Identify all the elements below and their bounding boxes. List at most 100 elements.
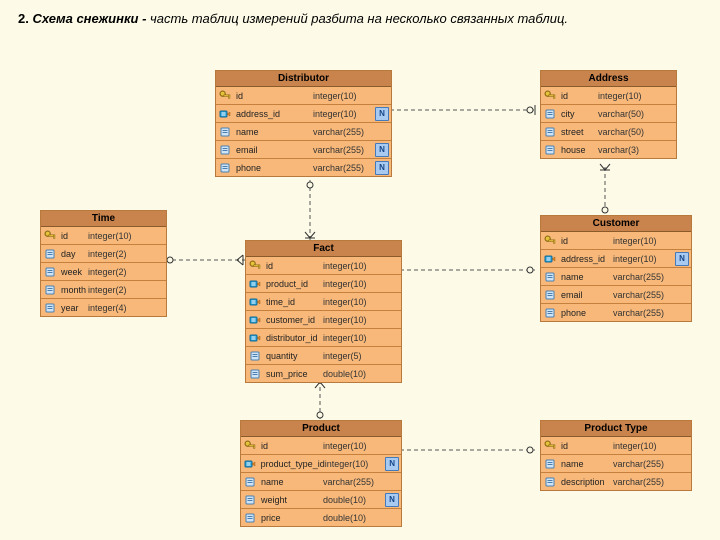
foreign-key-icon — [543, 252, 557, 266]
table-row[interactable]: idinteger(10)N — [541, 87, 676, 105]
column-icon — [243, 511, 257, 525]
column-name: name — [559, 459, 613, 469]
column-name: id — [259, 441, 323, 451]
foreign-key-icon — [248, 277, 262, 291]
table-row[interactable]: idinteger(10)N — [541, 232, 691, 250]
column-type: integer(2) — [88, 285, 148, 295]
table-row[interactable]: pricedouble(10)N — [241, 509, 401, 526]
column-icon — [243, 493, 257, 507]
table-product[interactable]: Productidinteger(10)Nproduct_type_idinte… — [240, 420, 402, 527]
table-row[interactable]: namevarchar(255)N — [541, 268, 691, 286]
column-name: name — [259, 477, 323, 487]
column-name: month — [59, 285, 88, 295]
column-name: address_id — [234, 109, 313, 119]
column-name: email — [559, 290, 613, 300]
table-row[interactable]: phonevarchar(255)N — [216, 159, 391, 176]
table-row[interactable]: distributor_idinteger(10)N — [246, 329, 401, 347]
table-row[interactable]: weightdouble(10)N — [241, 491, 401, 509]
table-row[interactable]: time_idinteger(10)N — [246, 293, 401, 311]
table-row[interactable]: customer_idinteger(10)N — [246, 311, 401, 329]
not-null-badge: N — [375, 161, 389, 175]
column-icon — [43, 265, 57, 279]
table-row[interactable]: address_idinteger(10)N — [541, 250, 691, 268]
column-type: integer(10) — [323, 315, 383, 325]
column-name: id — [234, 91, 313, 101]
column-name: description — [559, 477, 613, 487]
table-fact[interactable]: Factidinteger(10)Nproduct_idinteger(10)N… — [245, 240, 402, 383]
table-row[interactable]: idinteger(10)N — [241, 437, 401, 455]
table-row[interactable]: namevarchar(255)N — [541, 455, 691, 473]
not-null-badge: N — [385, 457, 399, 471]
column-name: id — [559, 441, 613, 451]
table-row[interactable]: namevarchar(255)N — [241, 473, 401, 491]
table-product-type[interactable]: Product Typeidinteger(10)Nnamevarchar(25… — [540, 420, 692, 491]
column-type: integer(10) — [613, 236, 673, 246]
table-row[interactable]: dayinteger(2)N — [41, 245, 166, 263]
not-null-badge: N — [385, 493, 399, 507]
column-name: id — [559, 91, 598, 101]
table-row[interactable]: housevarchar(3)N — [541, 141, 676, 158]
column-name: street — [559, 127, 598, 137]
table-row[interactable]: yearinteger(4)N — [41, 299, 166, 316]
table-row[interactable]: namevarchar(255)N — [216, 123, 391, 141]
table-row[interactable]: quantityinteger(5)N — [246, 347, 401, 365]
table-row[interactable]: cityvarchar(50)N — [541, 105, 676, 123]
column-type: integer(4) — [88, 303, 148, 313]
table-row[interactable]: product_idinteger(10)N — [246, 275, 401, 293]
column-icon — [543, 143, 557, 157]
column-icon — [43, 283, 57, 297]
column-name: id — [559, 236, 613, 246]
foreign-key-icon — [248, 313, 262, 327]
column-type: integer(2) — [88, 267, 148, 277]
key-icon — [248, 259, 262, 273]
column-type: integer(2) — [88, 249, 148, 259]
column-name: email — [234, 145, 313, 155]
table-row[interactable]: weekinteger(2)N — [41, 263, 166, 281]
column-name: name — [559, 272, 613, 282]
column-type: varchar(255) — [313, 127, 373, 137]
column-icon — [218, 161, 232, 175]
table-row[interactable]: product_type_idinteger(10)N — [241, 455, 401, 473]
table-row[interactable]: idinteger(10)N — [541, 437, 691, 455]
column-type: integer(5) — [323, 351, 383, 361]
column-type: varchar(3) — [598, 145, 658, 155]
column-type: integer(10) — [88, 231, 148, 241]
column-name: product_id — [264, 279, 323, 289]
not-null-badge: N — [375, 143, 389, 157]
table-row[interactable]: idinteger(10)N — [216, 87, 391, 105]
table-row[interactable]: phonevarchar(255)N — [541, 304, 691, 321]
column-type: varchar(50) — [598, 127, 658, 137]
column-type: varchar(255) — [323, 477, 383, 487]
column-type: integer(10) — [325, 459, 384, 469]
key-icon — [543, 234, 557, 248]
table-row[interactable]: idinteger(10)N — [41, 227, 166, 245]
table-address[interactable]: Addressidinteger(10)Ncityvarchar(50)Nstr… — [540, 70, 677, 159]
table-row[interactable]: idinteger(10)N — [246, 257, 401, 275]
table-row[interactable]: streetvarchar(50)N — [541, 123, 676, 141]
column-type: varchar(255) — [313, 163, 373, 173]
table-row[interactable]: emailvarchar(255)N — [216, 141, 391, 159]
table-row[interactable]: monthinteger(2)N — [41, 281, 166, 299]
key-icon — [543, 89, 557, 103]
column-icon — [248, 367, 262, 381]
table-header: Address — [541, 71, 676, 87]
table-header: Product — [241, 421, 401, 437]
table-row[interactable]: descriptionvarchar(255)N — [541, 473, 691, 490]
column-name: time_id — [264, 297, 323, 307]
column-type: integer(10) — [613, 254, 673, 264]
column-type: integer(10) — [313, 109, 373, 119]
column-icon — [543, 107, 557, 121]
table-row[interactable]: address_idinteger(10)N — [216, 105, 391, 123]
column-name: phone — [234, 163, 313, 173]
table-distributor[interactable]: Distributoridinteger(10)Naddress_idinteg… — [215, 70, 392, 177]
table-row[interactable]: sum_pricedouble(10)N — [246, 365, 401, 382]
heading-desc: часть таблиц измерений разбита на нескол… — [150, 11, 568, 26]
table-header: Product Type — [541, 421, 691, 437]
table-row[interactable]: emailvarchar(255)N — [541, 286, 691, 304]
foreign-key-icon — [243, 457, 257, 471]
table-customer[interactable]: Customeridinteger(10)Naddress_idinteger(… — [540, 215, 692, 322]
key-icon — [43, 229, 57, 243]
table-time[interactable]: Timeidinteger(10)Ndayinteger(2)Nweekinte… — [40, 210, 167, 317]
table-header: Time — [41, 211, 166, 227]
column-icon — [543, 125, 557, 139]
